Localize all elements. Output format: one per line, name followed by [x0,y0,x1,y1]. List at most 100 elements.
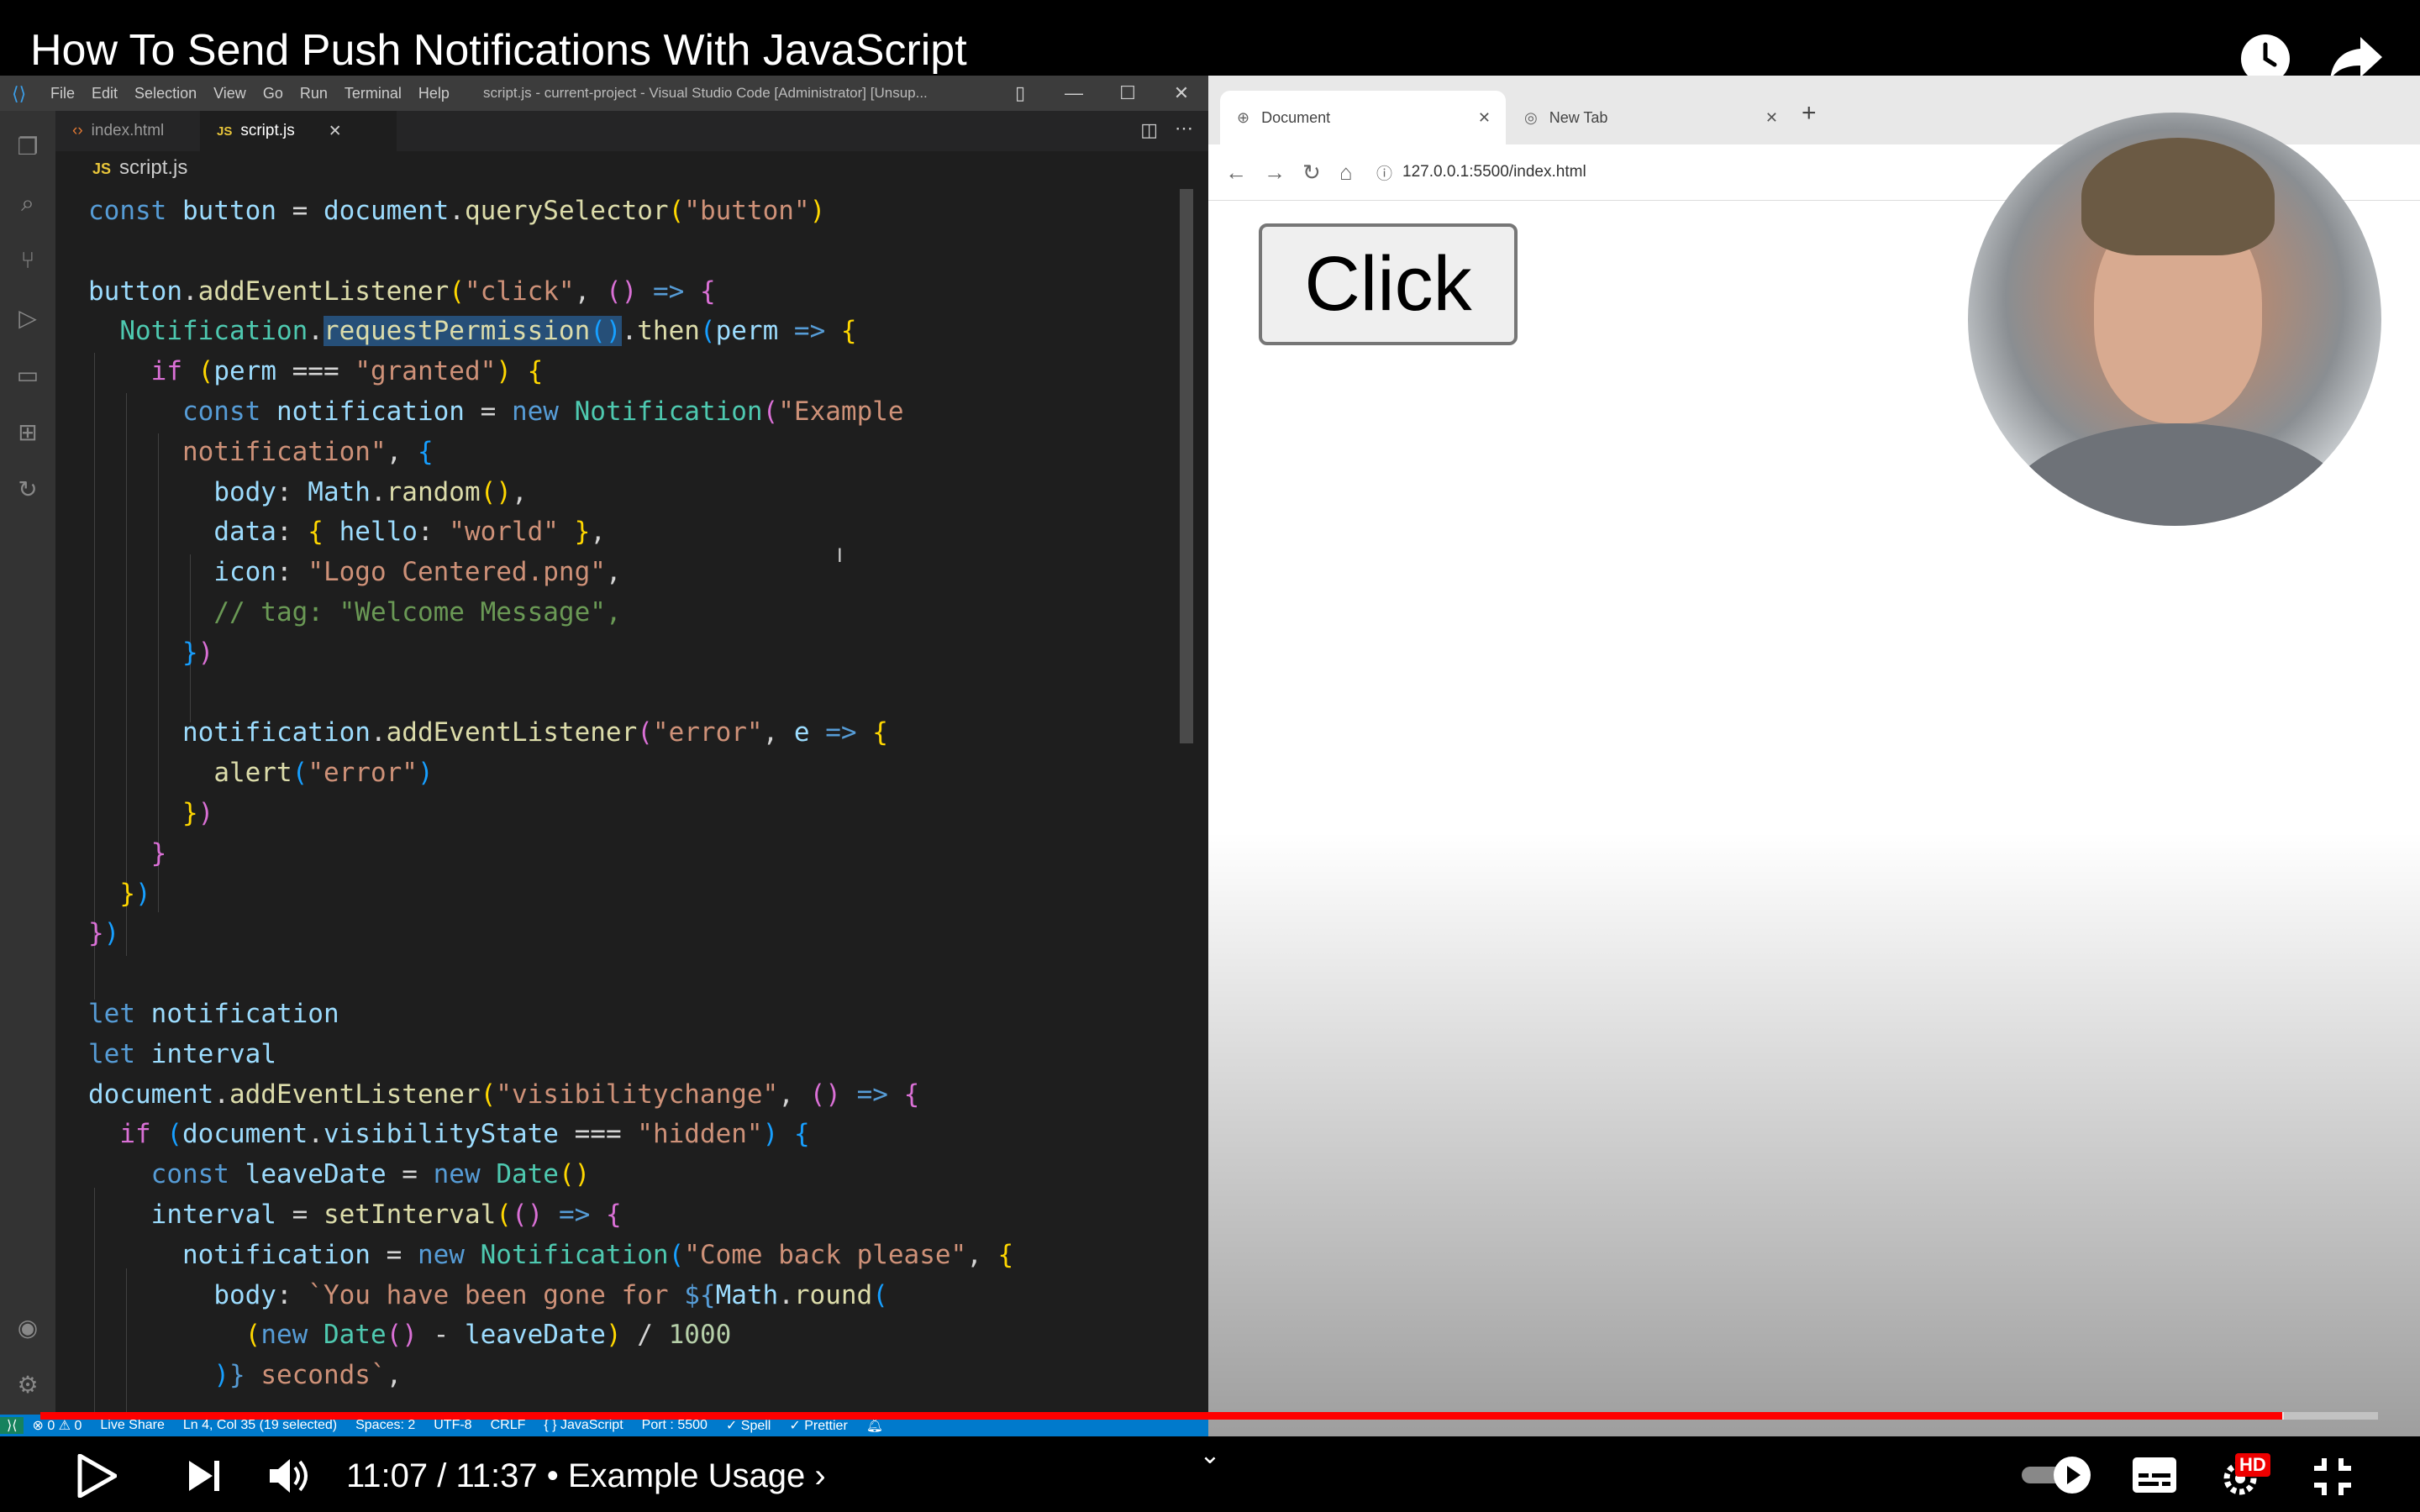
video-title[interactable]: How To Send Push Notifications With Java… [30,25,967,76]
indentation-status[interactable]: Spaces: 2 [355,1418,415,1433]
code-line: }) [182,797,214,828]
menu-go[interactable]: Go [263,85,283,102]
cursor-position-status[interactable]: Ln 4, Col 35 (19 selected) [183,1418,337,1433]
browser-tab-document[interactable]: ⊕ Document ✕ [1220,91,1506,144]
window-title: script.js - current-project - Visual Stu… [483,85,928,101]
split-editor-icon[interactable]: ◫ [1140,119,1158,141]
tab-index-html[interactable]: ‹› index.html [55,111,198,151]
autoplay-toggle[interactable] [2020,1450,2096,1500]
code-line: )} seconds`, [213,1360,402,1391]
chevron-down-icon[interactable]: ⌄ [1193,1438,1227,1472]
js-file-icon: JS [217,123,233,139]
encoding-status[interactable]: UTF-8 [434,1418,471,1433]
breadcrumb[interactable]: JS script.js [92,156,187,180]
code-line: notification = new Notification("Come ba… [182,1239,1014,1270]
close-window-icon[interactable]: ✕ [1155,76,1208,111]
remote-indicator-icon[interactable]: ⟩⟨ [0,1417,24,1434]
new-tab-icon[interactable]: + [1802,99,1817,128]
progress-bar[interactable] [40,1412,2378,1420]
editor-scrollbar[interactable] [1180,189,1193,743]
reload-icon[interactable]: ↻ [1302,144,1321,200]
source-control-icon[interactable]: ⑂ [11,244,45,277]
code-line: if (document.visibilityState === "hidden… [119,1119,810,1150]
menu-edit[interactable]: Edit [92,85,118,102]
live-share-status[interactable]: Live Share [100,1418,165,1433]
menu-run[interactable]: Run [300,85,328,102]
play-icon[interactable] [67,1446,126,1505]
menu-bar: File Edit Selection View Go Run Terminal… [50,76,450,111]
settings-gear-icon[interactable]: ⚙ [11,1368,45,1401]
minimize-icon[interactable]: — [1047,76,1101,111]
forward-icon[interactable]: → [1264,144,1286,200]
activity-bar: ❐ ⌕ ⑂ ▷ ▭ ⊞ ↻ ◉ ⚙ [0,111,55,1415]
hd-badge: HD [2235,1453,2270,1477]
next-icon[interactable] [175,1446,234,1505]
duration: 11:37 [455,1457,538,1494]
close-tab-icon[interactable]: ✕ [329,122,342,141]
eol-status[interactable]: CRLF [491,1418,526,1433]
language-status[interactable]: { } JavaScript [544,1418,623,1433]
search-icon[interactable]: ⌕ [11,186,45,220]
code-line: Notification.requestPermission().then(pe… [119,316,857,347]
browser-tab-new[interactable]: ◎ New Tab ✕ [1507,91,1793,144]
run-debug-icon[interactable]: ▷ [11,301,45,334]
code-line: let interval [88,1038,276,1069]
current-time: 11:07 [346,1457,429,1494]
code-editor[interactable]: const button = document.querySelector("b… [88,192,1013,1396]
volume-icon[interactable] [260,1446,319,1505]
vscode-logo-icon: ⟨⟩ [12,83,27,104]
code-line: (new Date() - leaveDate) / 1000 [245,1320,732,1351]
exit-fullscreen-icon[interactable] [2309,1453,2356,1500]
code-line: interval = setInterval(() => { [150,1199,622,1230]
html-file-icon: ‹› [72,122,83,139]
code-line: notification.addEventListener("error", e… [182,717,888,748]
remote-explorer-icon[interactable]: ▭ [11,358,45,391]
progress-played [40,1412,2282,1420]
player-controls: 11:07 / 11:37 • Example Usage › ⌄ HD [0,1438,2420,1512]
home-icon[interactable]: ⌂ [1339,144,1353,200]
code-line: } [150,837,167,869]
menu-file[interactable]: File [50,85,75,102]
close-tab-icon[interactable]: ✕ [1765,109,1778,127]
code-line: body: `You have been gone for ${Math.rou… [213,1279,888,1310]
prettier-status[interactable]: ✓ Prettier [789,1417,847,1434]
live-server-port-status[interactable]: Port : 5500 [642,1418,708,1433]
back-icon[interactable]: ← [1225,144,1247,200]
menu-view[interactable]: View [213,85,246,102]
chapter-title[interactable]: Example Usage [568,1457,805,1494]
globe-icon: ⊕ [1237,108,1250,126]
code-line: body: Math.random(), [213,476,528,507]
menu-selection[interactable]: Selection [134,85,197,102]
chrome-icon: ◎ [1524,108,1538,126]
time-display: 11:07 / 11:37 • Example Usage › [346,1457,826,1494]
window-controls: ▯ — ☐ ✕ [993,76,1208,111]
settings-icon[interactable]: HD [2218,1453,2272,1500]
more-actions-icon[interactable]: ⋯ [1175,118,1193,139]
menu-help[interactable]: Help [418,85,450,102]
explorer-icon[interactable]: ❐ [11,129,45,163]
account-icon[interactable]: ◉ [11,1310,45,1344]
captions-icon[interactable] [2131,1455,2178,1495]
site-info-icon[interactable]: ⓘ [1376,161,1392,184]
text-cursor-icon: I [837,544,843,567]
editor-tabs: ‹› index.html JS script.js ✕ ◫ ⋯ [55,111,1208,151]
vscode-title-bar: ⟨⟩ File Edit Selection View Go Run Termi… [0,76,1208,111]
tab-script-js[interactable]: JS script.js ✕ [200,111,397,151]
address-bar[interactable]: ⓘ 127.0.0.1:5500/index.html [1376,155,1586,190]
menu-terminal[interactable]: Terminal [345,85,402,102]
notifications-bell-icon[interactable]: 🔔︎ [866,1417,883,1434]
layout-icon[interactable]: ▯ [993,76,1047,111]
live-share-icon[interactable]: ↻ [11,472,45,506]
click-button[interactable]: Click [1259,223,1518,345]
extensions-icon[interactable]: ⊞ [11,415,45,449]
code-line: const leaveDate = new Date() [150,1159,591,1190]
code-line: }) [88,918,120,949]
spell-status[interactable]: ✓ Spell [726,1417,771,1434]
problems-status[interactable]: ⊗ 0 ⚠ 0 [32,1417,82,1434]
close-tab-icon[interactable]: ✕ [1478,109,1491,127]
code-line: const notification = new Notification("E… [182,396,904,427]
maximize-icon[interactable]: ☐ [1101,76,1155,111]
